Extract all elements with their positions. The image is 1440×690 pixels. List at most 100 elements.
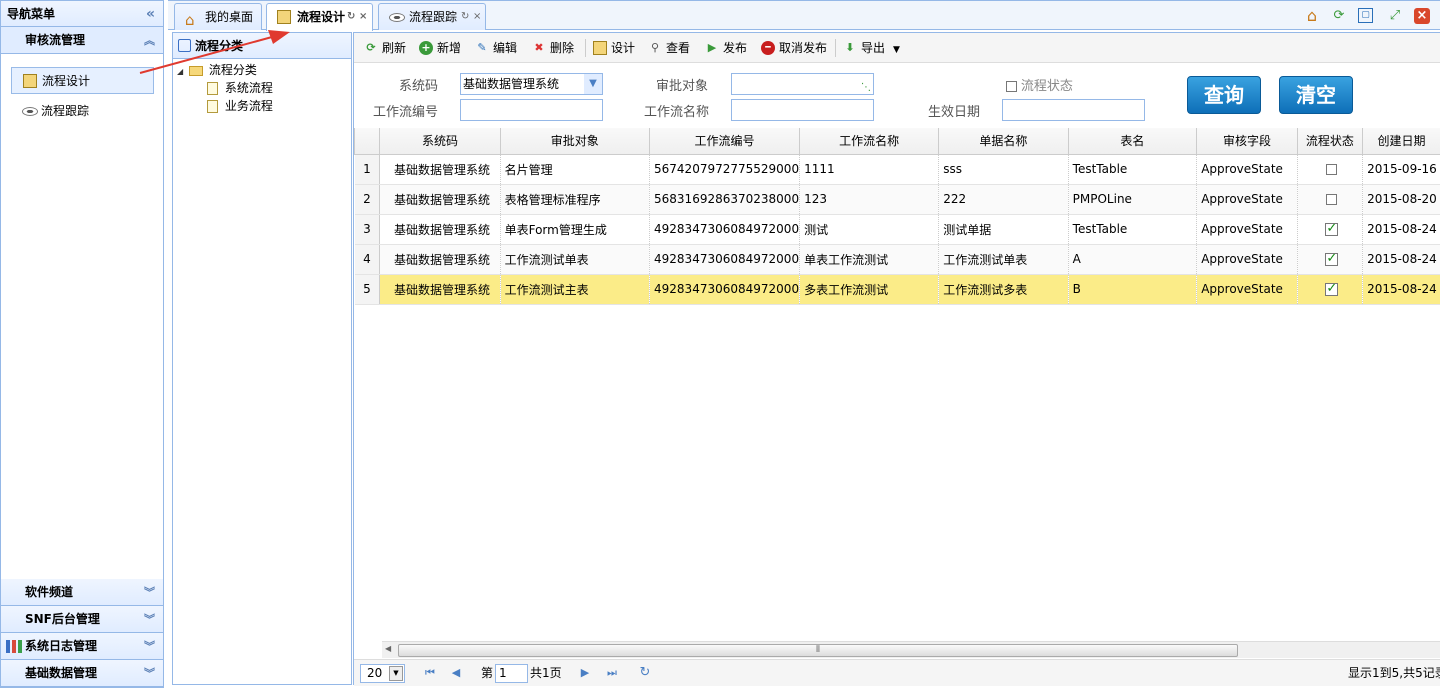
nav-item-track[interactable]: 流程跟踪 — [11, 98, 154, 125]
toolbar: ⟳ 刷新 + 新增 ✎ 编辑 ✖ 删除 设计 ⚲ 查看 ▶ 发布 ━ 取消发布 ⬇ 导出 ▼ — [354, 33, 1440, 63]
scroll-left-icon[interactable]: ◀ — [385, 644, 391, 653]
page-number-input[interactable]: 1 — [495, 664, 528, 683]
chevron-down-icon[interactable]: ︾ — [144, 660, 155, 687]
page-total: 共1页 — [530, 666, 562, 680]
design-button[interactable]: 设计 — [593, 33, 635, 63]
table-cell: 基础数据管理系统 — [379, 274, 501, 305]
bar-chart-icon — [6, 640, 22, 653]
nav-header: 导航菜单 « — [1, 1, 163, 27]
table-cell: 2015-08-24 — [1362, 244, 1440, 275]
table-cell: 1111 — [799, 154, 940, 185]
tab-design[interactable]: 流程设计 ↻ × — [266, 3, 373, 31]
column-header[interactable]: 工作流编号 — [649, 128, 801, 155]
column-header[interactable]: 审批对象 — [499, 128, 651, 155]
double-chevron-left-icon[interactable]: « — [146, 1, 155, 27]
close-icon[interactable]: × — [473, 4, 481, 30]
chevron-up-icon[interactable]: ︽ — [144, 27, 155, 54]
nav-section-snf[interactable]: SNF后台管理 ︾ — [1, 606, 163, 633]
page-size-select[interactable]: 20 ▼ — [360, 664, 405, 683]
column-header[interactable]: 工作流名称 — [799, 128, 940, 155]
table-cell: 多表工作流测试 — [799, 274, 940, 305]
system-code-select[interactable]: 基础数据管理系统 ▼ — [460, 73, 603, 95]
last-page-icon[interactable]: ⏭ — [604, 665, 620, 681]
column-header[interactable]: 审核字段 — [1196, 128, 1298, 155]
restore-icon[interactable]: ▢ — [1358, 8, 1373, 23]
refresh-button[interactable]: ⟳ 刷新 — [364, 33, 406, 63]
workflow-name-input[interactable] — [731, 99, 874, 121]
tab-track[interactable]: 流程跟踪 ↻ × — [378, 3, 486, 30]
chevron-down-icon[interactable]: ▼ — [584, 74, 602, 94]
tree-node-label: 流程分类 — [208, 63, 257, 77]
table-row[interactable]: 2 基础数据管理系统 表格管理标准程序 5683169286370238000 123 2… — [354, 184, 1440, 215]
clear-button[interactable]: 清空 — [1279, 76, 1353, 114]
tree-node-business[interactable]: 业务流程 — [207, 97, 273, 115]
nav-item-design[interactable]: 流程设计 — [11, 67, 154, 94]
status-checkbox[interactable] — [1006, 81, 1017, 92]
nav-section-label: 审核流管理 — [25, 33, 86, 47]
status-filter[interactable]: 流程状态 — [1006, 75, 1073, 94]
toolbar-divider — [835, 39, 836, 57]
next-page-icon[interactable]: ▶ — [577, 665, 593, 681]
refresh-icon[interactable]: ↻ — [347, 4, 355, 30]
status-cell — [1297, 184, 1364, 215]
unpublish-button[interactable]: ━ 取消发布 — [761, 33, 827, 63]
column-header[interactable]: 流程状态 — [1296, 128, 1364, 155]
table-row[interactable]: 1 基础数据管理系统 名片管理 5674207972775529000 1111 sss T… — [354, 154, 1440, 185]
view-button[interactable]: ⚲ 查看 — [648, 33, 690, 63]
refresh-icon[interactable]: ⟳ — [1330, 7, 1348, 25]
table-cell: 工作流测试多表 — [938, 274, 1069, 305]
column-header[interactable]: 单据名称 — [938, 128, 1069, 155]
prev-page-icon[interactable]: ◀ — [448, 665, 464, 681]
nav-section-basedata[interactable]: 基础数据管理 ︾ — [1, 660, 163, 687]
column-header[interactable]: 系统码 — [379, 128, 501, 155]
add-button[interactable]: + 新增 — [419, 33, 461, 63]
toolbar-divider — [585, 39, 586, 57]
tab-desktop[interactable]: ⌂ 我的桌面 — [174, 3, 262, 30]
effective-date-input[interactable] — [1002, 99, 1145, 121]
close-icon[interactable]: × — [1414, 8, 1430, 24]
edit-button[interactable]: ✎ 编辑 — [475, 33, 517, 63]
grid-header: 系统码 审批对象 工作流编号 工作流名称 单据名称 表名 审核字段 流程状态 创… — [353, 128, 1440, 155]
tree-select-icon[interactable]: ⋱ — [861, 78, 871, 98]
row-number: 5 — [354, 274, 381, 305]
tree-node-system[interactable]: 系统流程 — [207, 79, 273, 97]
nav-section-approval[interactable]: 审核流管理 ︽ — [1, 27, 163, 54]
chevron-down-icon[interactable]: ︾ — [144, 606, 155, 633]
design-icon — [277, 10, 291, 24]
column-header[interactable]: 创建日期 — [1362, 128, 1440, 155]
approve-object-input[interactable]: ⋱ — [731, 73, 874, 95]
chevron-down-icon[interactable]: ︾ — [144, 579, 155, 606]
scrollbar-thumb[interactable]: ⦀ — [398, 644, 1238, 657]
first-page-icon[interactable]: ⏮ — [422, 665, 438, 681]
refresh-icon[interactable]: ↻ — [461, 4, 469, 30]
column-header[interactable]: 表名 — [1067, 128, 1198, 155]
nav-section-software[interactable]: 软件频道 ︾ — [1, 579, 163, 606]
row-number: 3 — [354, 214, 381, 245]
horizontal-scrollbar[interactable]: ◀ ⦀ — [382, 641, 1440, 658]
expand-icon[interactable]: ◢ — [177, 67, 183, 76]
table-cell: 5683169286370238000 — [649, 184, 801, 215]
table-row[interactable]: 5 基础数据管理系统 工作流测试主表 4928347306084972000 多表工作流… — [354, 274, 1440, 305]
nav-item-label: 流程设计 — [42, 74, 91, 88]
data-grid: 系统码 审批对象 工作流编号 工作流名称 单据名称 表名 审核字段 流程状态 创… — [353, 128, 1440, 305]
workflow-no-input[interactable] — [460, 99, 603, 121]
table-cell: 测试 — [799, 214, 940, 245]
magnifier-icon: ⚲ — [650, 41, 660, 54]
export-button[interactable]: ⬇ 导出 ▼ — [843, 33, 900, 63]
nav-section-log[interactable]: 系统日志管理 ︾ — [1, 633, 163, 660]
tree-icon — [178, 39, 191, 52]
query-button[interactable]: 查询 — [1187, 76, 1261, 114]
table-row[interactable]: 4 基础数据管理系统 工作流测试单表 4928347306084972000 单表工作流… — [354, 244, 1440, 275]
publish-button[interactable]: ▶ 发布 — [705, 33, 747, 63]
tree-node-root[interactable]: ◢ 流程分类 — [177, 61, 257, 81]
home-icon: ⌂ — [185, 11, 195, 29]
delete-button[interactable]: ✖ 删除 — [532, 33, 574, 63]
chevron-down-icon[interactable]: ▼ — [389, 666, 403, 681]
home-icon[interactable]: ⌂ — [1303, 7, 1321, 25]
close-icon[interactable]: × — [359, 4, 367, 30]
reload-icon[interactable]: ↻ — [637, 665, 653, 681]
fullscreen-icon[interactable]: ⤢ — [1386, 7, 1404, 25]
table-cell: 工作流测试单表 — [500, 244, 651, 275]
chevron-down-icon[interactable]: ︾ — [144, 633, 155, 660]
table-row[interactable]: 3 基础数据管理系统 单表Form管理生成 4928347306084972000 测试… — [354, 214, 1440, 245]
